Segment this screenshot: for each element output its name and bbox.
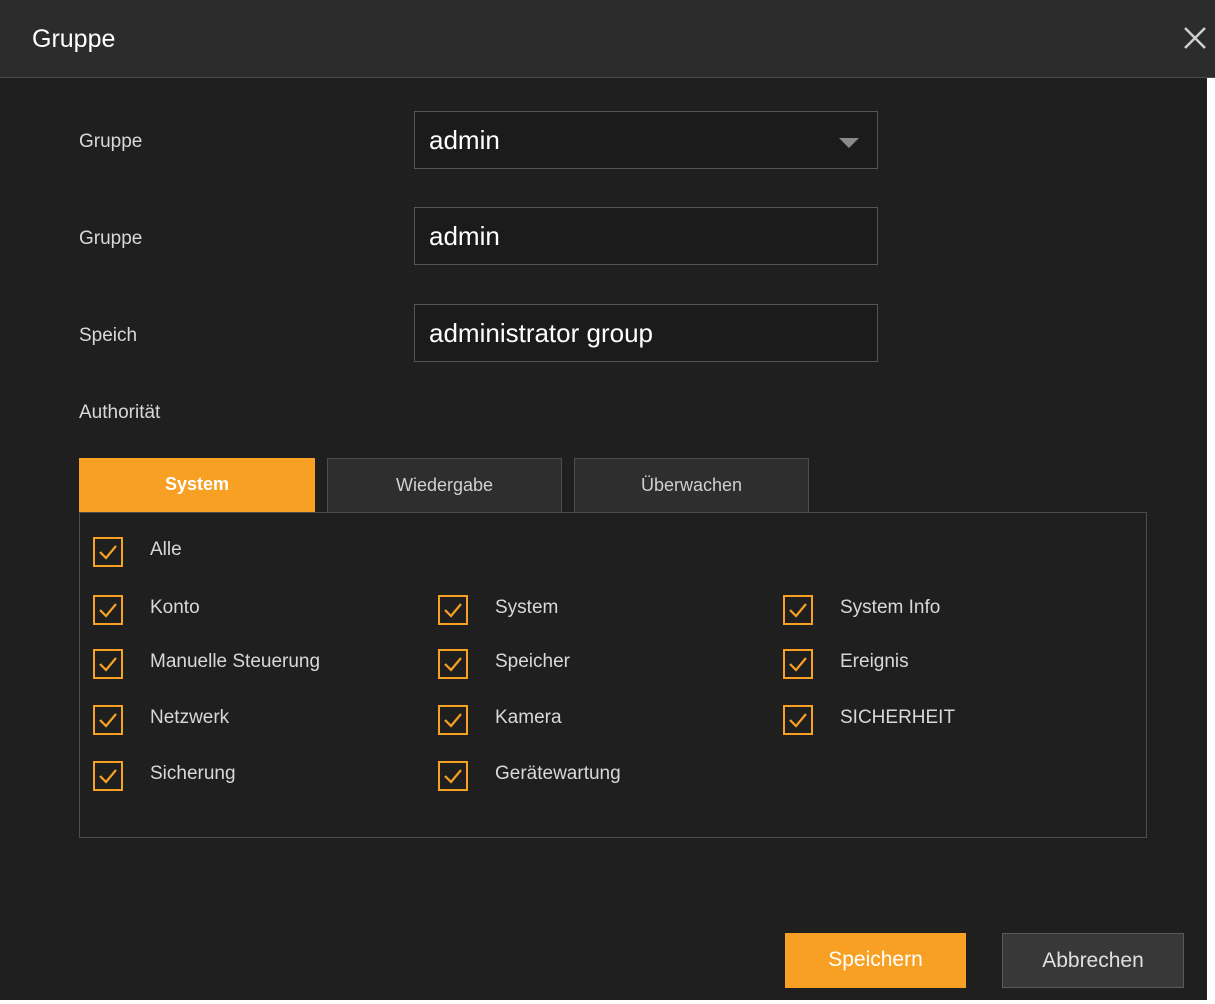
checkbox-maintenance[interactable] [438, 761, 468, 791]
checkbox-system-info[interactable] [783, 595, 813, 625]
group-select[interactable]: admin [414, 111, 878, 169]
perm-all-label: Alle [150, 539, 182, 560]
dialog-titlebar: Gruppe [0, 0, 1215, 78]
check-icon [99, 769, 117, 784]
perm-label: Manuelle Steuerung [150, 651, 321, 672]
checkbox-all[interactable] [93, 537, 123, 567]
checkbox-konto[interactable] [93, 595, 123, 625]
close-button[interactable] [1179, 22, 1211, 54]
group-name-value: admin [429, 221, 500, 251]
dialog-title: Gruppe [32, 25, 116, 53]
checkbox-manual-control[interactable] [93, 649, 123, 679]
perm-label: Speicher [495, 651, 570, 672]
check-icon [789, 657, 807, 672]
group-dialog: Gruppe Gruppe admin Gruppe admin Speich … [0, 0, 1215, 1004]
checkbox-event[interactable] [783, 649, 813, 679]
check-icon [444, 603, 462, 618]
checkbox-network[interactable] [93, 705, 123, 735]
perm-label: System [495, 597, 559, 618]
perm-label: Kamera [495, 707, 562, 728]
perm-label: Gerätewartung [495, 763, 621, 784]
group-select-value: admin [429, 125, 500, 155]
dropdown-arrow-icon [839, 138, 859, 148]
check-icon [444, 657, 462, 672]
check-icon [789, 603, 807, 618]
close-icon [1184, 27, 1206, 49]
perm-label: SICHERHEIT [840, 707, 956, 728]
group-name-label: Gruppe [79, 228, 143, 249]
perm-label: Sicherung [150, 763, 236, 784]
group-select-label: Gruppe [79, 131, 143, 152]
memo-input[interactable]: administrator group [414, 304, 878, 362]
memo-label: Speich [79, 325, 138, 346]
check-icon [444, 713, 462, 728]
checkbox-security[interactable] [783, 705, 813, 735]
checkbox-camera[interactable] [438, 705, 468, 735]
checkbox-system[interactable] [438, 595, 468, 625]
checkbox-backup[interactable] [93, 761, 123, 791]
checkbox-storage[interactable] [438, 649, 468, 679]
memo-value: administrator group [429, 318, 653, 348]
cancel-button[interactable]: Abbrechen [1002, 933, 1184, 988]
perm-label: Netzwerk [150, 707, 230, 728]
tab-monitor[interactable]: Überwachen [574, 458, 809, 512]
authority-label: Authorität [79, 402, 161, 423]
check-icon [789, 713, 807, 728]
check-icon [99, 603, 117, 618]
tab-system[interactable]: System [79, 458, 315, 512]
save-button[interactable]: Speichern [785, 933, 966, 988]
check-icon [99, 713, 117, 728]
tab-playback[interactable]: Wiedergabe [327, 458, 562, 512]
group-name-input[interactable]: admin [414, 207, 878, 265]
perm-label: Konto [150, 597, 200, 618]
permission-panel: Alle Konto Manuelle Steuerung Netzwerk S… [79, 512, 1147, 838]
perm-label: Ereignis [840, 651, 909, 672]
check-icon [444, 769, 462, 784]
check-icon [99, 545, 117, 560]
perm-label: System Info [840, 597, 941, 618]
check-icon [99, 657, 117, 672]
